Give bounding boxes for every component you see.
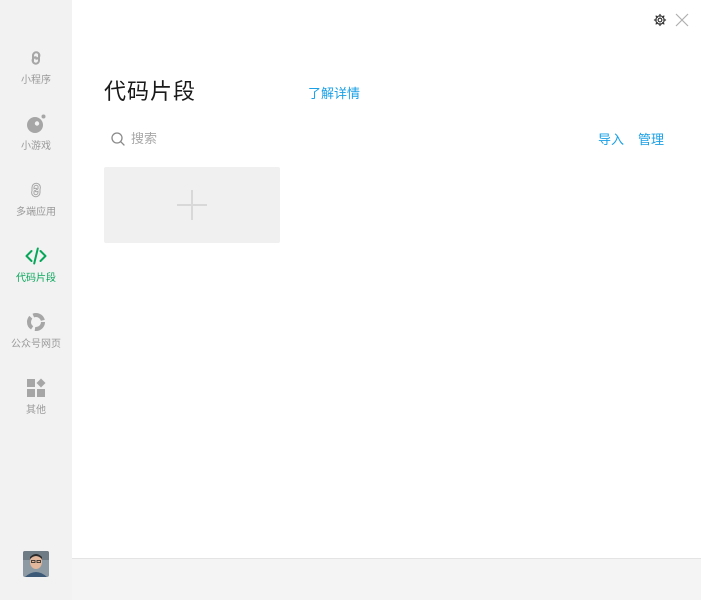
sidebar: 小程序 小游戏 多端应用 代码片段 公众号网页 其他 bbox=[0, 0, 72, 600]
plus-icon bbox=[177, 190, 207, 220]
page-title: 代码片段 bbox=[104, 80, 197, 105]
code-icon bbox=[25, 247, 47, 265]
add-snippet-card[interactable] bbox=[104, 167, 280, 243]
sidebar-item-label: 多端应用 bbox=[16, 207, 56, 218]
sidebar-item-official-account[interactable]: 公众号网页 bbox=[0, 308, 72, 360]
other-apps-icon bbox=[27, 378, 46, 397]
gear-icon[interactable] bbox=[653, 13, 667, 27]
footer-bar bbox=[72, 558, 701, 600]
sidebar-item-label: 小游戏 bbox=[21, 141, 51, 152]
search-icon bbox=[111, 132, 125, 146]
sidebar-item-label: 代码片段 bbox=[16, 273, 56, 284]
sidebar-item-minigame[interactable]: 小游戏 bbox=[0, 110, 72, 162]
close-icon[interactable] bbox=[675, 13, 689, 27]
user-avatar bbox=[23, 551, 49, 577]
miniprogram-icon bbox=[31, 51, 41, 65]
search-box[interactable] bbox=[110, 128, 350, 150]
sidebar-item-miniprogram[interactable]: 小程序 bbox=[0, 44, 72, 96]
sidebar-item-code-snippets[interactable]: 代码片段 bbox=[0, 242, 72, 294]
learn-more-link[interactable]: 了解详情 bbox=[308, 83, 360, 102]
sidebar-item-multi-platform[interactable]: 多端应用 bbox=[0, 176, 72, 228]
sidebar-item-other[interactable]: 其他 bbox=[0, 374, 72, 426]
multi-platform-icon bbox=[31, 182, 41, 198]
avatar[interactable] bbox=[23, 551, 49, 577]
sidebar-item-label: 公众号网页 bbox=[11, 339, 61, 350]
import-button[interactable]: 导入 bbox=[598, 129, 624, 148]
manage-button[interactable]: 管理 bbox=[638, 129, 664, 148]
minigame-icon bbox=[27, 114, 46, 133]
sidebar-item-label: 小程序 bbox=[21, 75, 51, 86]
official-account-icon bbox=[27, 313, 45, 331]
search-input[interactable] bbox=[131, 131, 331, 147]
sidebar-item-label: 其他 bbox=[26, 405, 46, 416]
